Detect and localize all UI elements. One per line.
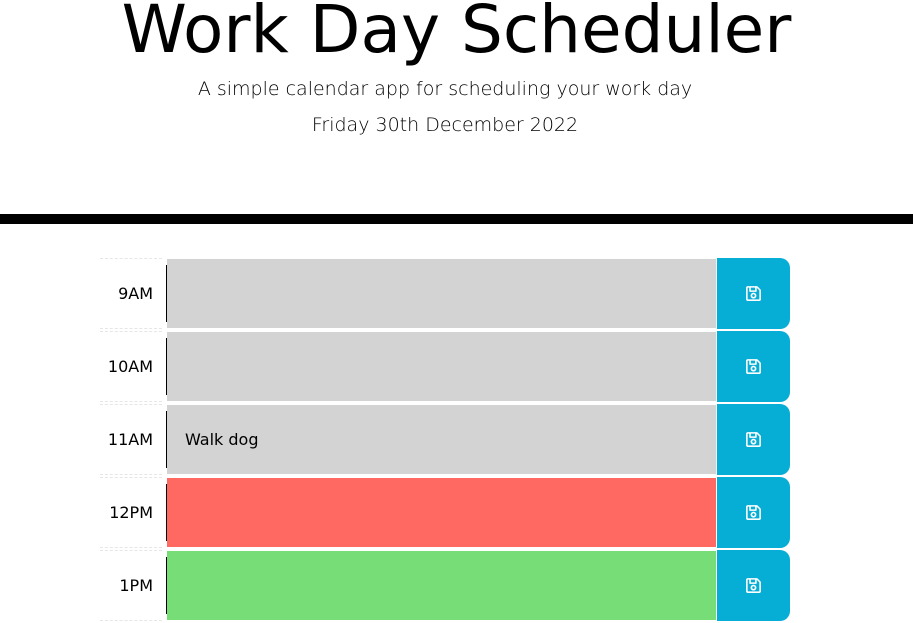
floppy-disk-icon bbox=[745, 577, 762, 594]
jumbotron-header: Work Day Scheduler A simple calendar app… bbox=[0, 0, 913, 214]
description-textarea[interactable] bbox=[162, 331, 716, 402]
time-block-1pm: 1PM bbox=[100, 550, 790, 621]
time-block-12pm: 12PM bbox=[100, 477, 790, 548]
floppy-disk-icon bbox=[745, 285, 762, 302]
description-textarea[interactable] bbox=[162, 477, 716, 548]
description-textarea[interactable] bbox=[162, 550, 716, 621]
floppy-disk-icon bbox=[745, 431, 762, 448]
save-button[interactable] bbox=[716, 477, 790, 548]
scheduler-container: 9AM 10AM 11AM Walk dog 12PM 1PM bbox=[100, 258, 790, 623]
time-block-10am: 10AM bbox=[100, 331, 790, 402]
time-block-9am: 9AM bbox=[100, 258, 790, 329]
hour-label: 11AM bbox=[100, 404, 162, 475]
floppy-disk-icon bbox=[745, 504, 762, 521]
save-button[interactable] bbox=[716, 404, 790, 475]
hour-label: 9AM bbox=[100, 258, 162, 329]
hour-label: 1PM bbox=[100, 550, 162, 621]
save-button[interactable] bbox=[716, 331, 790, 402]
header-divider bbox=[0, 214, 913, 224]
current-day: Friday 30th December 2022 bbox=[311, 114, 579, 136]
time-block-11am: 11AM Walk dog bbox=[100, 404, 790, 475]
save-button[interactable] bbox=[716, 550, 790, 621]
hour-label: 10AM bbox=[100, 331, 162, 402]
page-title: Work Day Scheduler bbox=[121, 0, 792, 68]
description-textarea[interactable]: Walk dog bbox=[162, 404, 716, 475]
floppy-disk-icon bbox=[745, 358, 762, 375]
hour-label: 12PM bbox=[100, 477, 162, 548]
save-button[interactable] bbox=[716, 258, 790, 329]
description-textarea[interactable] bbox=[162, 258, 716, 329]
page-subtitle: A simple calendar app for scheduling you… bbox=[197, 78, 693, 100]
